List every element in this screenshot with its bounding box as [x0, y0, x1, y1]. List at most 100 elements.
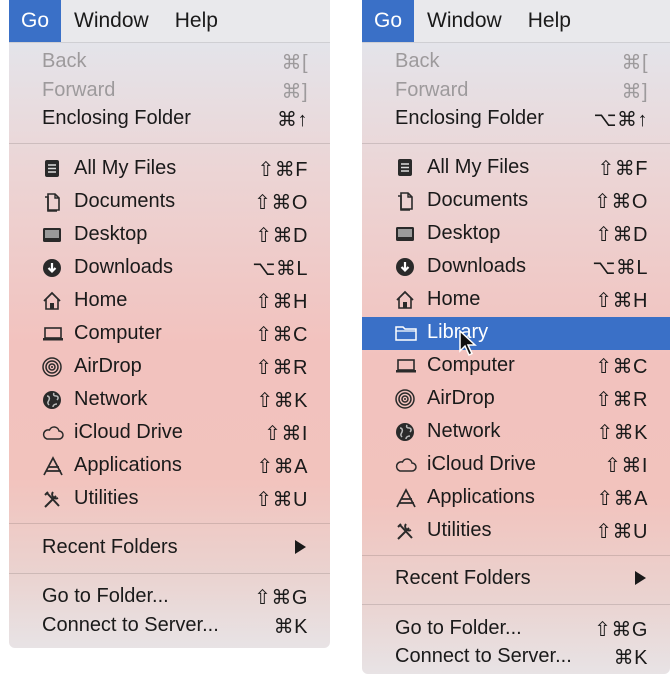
menu-item-network[interactable]: Network ⇧⌘K: [9, 384, 330, 416]
menu-item-enclosing-folder[interactable]: Enclosing Folder ⌘↑: [9, 103, 330, 135]
shortcut: ⌘[: [621, 52, 648, 74]
go-dropdown: Back ⌘[ Forward ⌘] Enclosing Folder ⌘↑ A…: [9, 43, 330, 648]
shortcut: ⌘[: [281, 52, 308, 74]
menu-item-utilities[interactable]: Utilities ⇧⌘U: [9, 483, 330, 515]
documents-icon: [42, 192, 64, 214]
menu-item-label: All My Files: [427, 156, 530, 178]
shortcut: ⌘K: [613, 647, 648, 669]
downloads-icon: [42, 258, 64, 280]
menu-item-label: Applications: [74, 454, 182, 476]
menu-item-desktop[interactable]: Desktop ⇧⌘D: [9, 219, 330, 251]
menu-go[interactable]: Go: [9, 0, 62, 42]
mouse-pointer-icon: [459, 329, 477, 361]
shortcut: ⇧⌘O: [254, 192, 308, 214]
cloud-icon: [395, 455, 417, 477]
menu-item-label: Computer: [74, 322, 162, 344]
menu-item-all-my-files[interactable]: All My Files ⇧⌘F: [362, 152, 670, 184]
shortcut: ⌥⌘L: [592, 257, 648, 279]
airdrop-icon: [395, 389, 417, 411]
shortcut: ⇧⌘F: [257, 159, 308, 181]
menu-item-back[interactable]: Back ⌘[: [362, 46, 670, 78]
menu-item-applications[interactable]: Applications ⇧⌘A: [362, 482, 670, 514]
menu-item-utilities[interactable]: Utilities ⇧⌘U: [362, 515, 670, 547]
menu-item-documents[interactable]: Documents ⇧⌘O: [9, 186, 330, 218]
go-menu-with-option: Go Window Help Back ⌘[ Forward ⌘] Enclos…: [362, 0, 670, 674]
menu-go[interactable]: Go: [362, 0, 415, 42]
menu-item-connect-to-server[interactable]: Connect to Server... ⌘K: [362, 641, 670, 673]
menu-item-label: Desktop: [74, 223, 148, 245]
menu-help[interactable]: Help: [515, 0, 584, 42]
menu-item-label: Back: [42, 50, 87, 72]
menu-item-recent-folders[interactable]: Recent Folders: [362, 563, 670, 595]
menu-item-icloud-drive[interactable]: iCloud Drive ⇧⌘I: [362, 449, 670, 481]
menu-item-go-to-folder[interactable]: Go to Folder... ⇧⌘G: [9, 581, 330, 613]
menu-item-computer[interactable]: Computer ⇧⌘C: [9, 318, 330, 350]
menu-window[interactable]: Window: [414, 0, 515, 42]
go-menu-before: Go Window Help Back ⌘[ Forward ⌘] Enclos…: [9, 0, 330, 648]
menu-item-desktop[interactable]: Desktop ⇧⌘D: [362, 218, 670, 250]
go-dropdown: Back ⌘[ Forward ⌘] Enclosing Folder ⌥⌘↑ …: [362, 43, 670, 674]
menu-item-label: Utilities: [427, 519, 492, 541]
menu-item-label: Forward: [42, 79, 116, 101]
folder-icon: [395, 323, 417, 345]
menu-item-back[interactable]: Back ⌘[: [9, 46, 330, 78]
menu-item-icloud-drive[interactable]: iCloud Drive ⇧⌘I: [9, 417, 330, 449]
documents-icon: [395, 191, 417, 213]
home-icon: [42, 291, 64, 313]
menu-item-label: Back: [395, 50, 440, 72]
menu-window[interactable]: Window: [61, 0, 162, 42]
computer-icon: [395, 356, 417, 378]
menu-item-enclosing-folder[interactable]: Enclosing Folder ⌥⌘↑: [362, 103, 670, 135]
shortcut: ⇧⌘A: [596, 488, 648, 510]
submenu-arrow-icon: [635, 571, 646, 585]
menu-item-label: iCloud Drive: [74, 421, 183, 443]
menu-item-airdrop[interactable]: AirDrop ⇧⌘R: [9, 351, 330, 383]
shortcut: ⇧⌘D: [595, 224, 648, 246]
shortcut: ⇧⌘R: [595, 389, 648, 411]
shortcut: ⇧⌘I: [264, 423, 308, 445]
computer-icon: [42, 324, 64, 346]
menu-item-library[interactable]: Library: [362, 317, 670, 350]
separator: [9, 523, 330, 524]
menu-item-label: iCloud Drive: [427, 453, 536, 475]
menu-item-label: AirDrop: [427, 387, 495, 409]
menu-item-airdrop[interactable]: AirDrop ⇧⌘R: [362, 383, 670, 415]
menu-item-downloads[interactable]: Downloads ⌥⌘L: [362, 251, 670, 283]
shortcut: ⌥⌘L: [252, 258, 308, 280]
shortcut: ⇧⌘H: [255, 291, 308, 313]
menu-item-label: Go to Folder...: [42, 585, 169, 607]
separator: [9, 143, 330, 144]
menu-item-downloads[interactable]: Downloads ⌥⌘L: [9, 252, 330, 284]
shortcut: ⌥⌘↑: [593, 109, 648, 131]
separator: [362, 604, 670, 605]
menu-item-label: Network: [74, 388, 148, 410]
menu-item-documents[interactable]: Documents ⇧⌘O: [362, 185, 670, 217]
shortcut: ⇧⌘C: [595, 356, 648, 378]
menu-item-applications[interactable]: Applications ⇧⌘A: [9, 450, 330, 482]
menu-item-label: Downloads: [74, 256, 173, 278]
menu-item-computer[interactable]: Computer ⇧⌘C: [362, 350, 670, 382]
menu-item-all-my-files[interactable]: All My Files ⇧⌘F: [9, 153, 330, 185]
menu-item-connect-to-server[interactable]: Connect to Server... ⌘K: [9, 610, 330, 642]
menu-item-label: Documents: [427, 189, 529, 211]
menu-item-recent-folders[interactable]: Recent Folders: [9, 532, 330, 564]
menu-item-label: Downloads: [427, 255, 526, 277]
menu-item-label: Library: [427, 321, 489, 343]
desktop-icon: [395, 224, 417, 246]
shortcut: ⇧⌘K: [256, 390, 308, 412]
separator: [362, 143, 670, 144]
menu-item-home[interactable]: Home ⇧⌘H: [9, 285, 330, 317]
menu-item-label: Network: [427, 420, 501, 442]
shortcut: ⇧⌘R: [255, 357, 308, 379]
menu-item-label: Documents: [74, 190, 176, 212]
menu-help[interactable]: Help: [162, 0, 231, 42]
menu-item-label: Desktop: [427, 222, 501, 244]
menu-item-label: Enclosing Folder: [395, 107, 544, 129]
menu-item-network[interactable]: Network ⇧⌘K: [362, 416, 670, 448]
menu-item-label: Recent Folders: [395, 567, 531, 589]
desktop-icon: [42, 225, 64, 247]
shortcut: ⇧⌘O: [594, 191, 648, 213]
menu-item-home[interactable]: Home ⇧⌘H: [362, 284, 670, 316]
all-files-icon: [42, 159, 64, 181]
applications-icon: [42, 456, 64, 478]
